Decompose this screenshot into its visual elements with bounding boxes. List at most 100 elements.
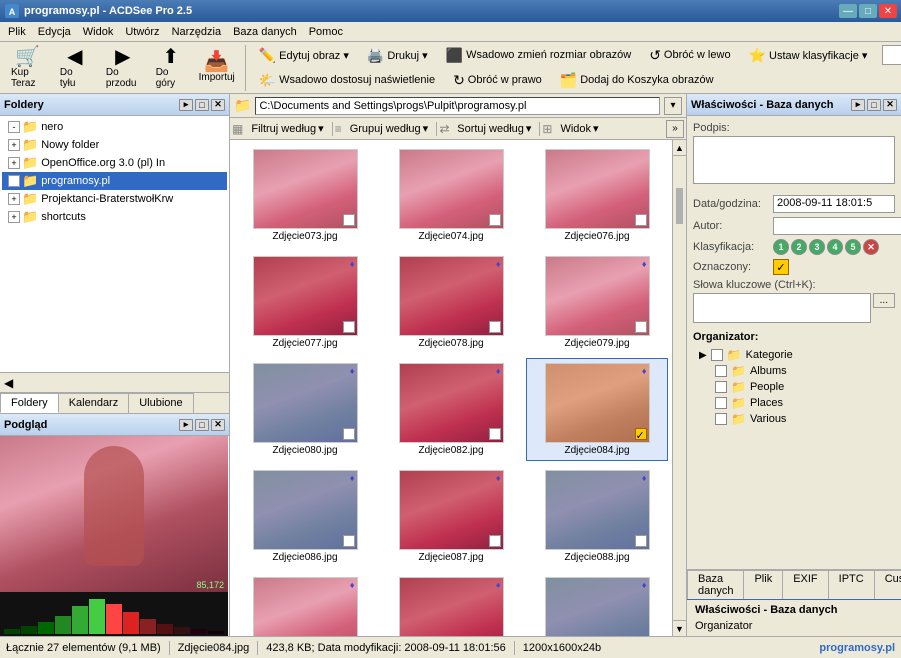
- thumb-check-7[interactable]: [489, 428, 501, 440]
- thumbnail-item-11[interactable]: ♦Zdjęcie088.jpg: [526, 465, 668, 568]
- preview-expand-btn[interactable]: ▸: [179, 419, 193, 431]
- tree-expand-icon[interactable]: +: [8, 139, 20, 151]
- sortuj-button[interactable]: Sortuj według ▾: [451, 120, 537, 138]
- importuj-button[interactable]: 📥 Importuj: [195, 46, 239, 90]
- thumb-check-3[interactable]: [343, 321, 355, 333]
- drukuj-button[interactable]: 🖨️ Drukuj ▾: [360, 44, 435, 67]
- keyword-btn[interactable]: ...: [873, 293, 895, 308]
- thumb-check-4[interactable]: [489, 321, 501, 333]
- thumbnail-item-0[interactable]: Zdjęcie073.jpg: [234, 144, 376, 247]
- edytuj-obraz-button[interactable]: ✏️ Edytuj obraz ▾: [252, 44, 356, 67]
- thumb-check-1[interactable]: [489, 214, 501, 226]
- panel-float-btn[interactable]: □: [195, 99, 209, 111]
- thumb-check-11[interactable]: [635, 535, 647, 547]
- thumbnail-item-8[interactable]: ♦✓Zdjęcie084.jpg: [526, 358, 668, 461]
- tab-plik[interactable]: Plik: [743, 570, 783, 599]
- ustaw-klasyfikacje-button[interactable]: ⭐ Ustaw klasyfikacje ▾: [742, 44, 875, 67]
- thumbnail-item-10[interactable]: ♦Zdjęcie087.jpg: [380, 465, 522, 568]
- thumbnail-item-1[interactable]: Zdjęcie074.jpg: [380, 144, 522, 247]
- tab-exif[interactable]: EXIF: [782, 570, 828, 599]
- tree-item[interactable]: + 📁 Projektanci-BraterstwołKrw: [2, 190, 227, 208]
- tree-expand-icon[interactable]: +: [8, 157, 20, 169]
- org-places-item[interactable]: 📁 Places: [713, 395, 895, 411]
- thumb-check-2[interactable]: [635, 214, 647, 226]
- close-button[interactable]: ✕: [879, 4, 897, 18]
- grupuj-button[interactable]: Grupuj według ▾: [344, 120, 434, 138]
- org-various-check[interactable]: [715, 413, 727, 425]
- minimize-button[interactable]: —: [839, 4, 857, 18]
- org-albums-check[interactable]: [715, 365, 727, 377]
- menu-baza-danych[interactable]: Baza danych: [227, 24, 303, 40]
- thumb-check-8[interactable]: ✓: [635, 428, 647, 440]
- right-panel-expand-btn[interactable]: ▸: [851, 99, 865, 111]
- menu-edycja[interactable]: Edycja: [32, 24, 77, 40]
- tree-item[interactable]: - 📁 nero: [2, 118, 227, 136]
- wsadowo-zmien-button[interactable]: ⬛ Wsadowo zmień rozmiar obrazów: [439, 44, 639, 67]
- right-panel-float-btn[interactable]: □: [867, 99, 881, 111]
- maximize-button[interactable]: □: [859, 4, 877, 18]
- thumbnail-item-6[interactable]: ♦Zdjęcie080.jpg: [234, 358, 376, 461]
- tree-expand-icon[interactable]: -: [8, 175, 20, 187]
- star-x[interactable]: ✕: [863, 239, 879, 255]
- filtruj-button[interactable]: Filtruj według ▾: [245, 120, 329, 138]
- org-people-check[interactable]: [715, 381, 727, 393]
- do-gory-button[interactable]: ⬆ Do góry: [149, 46, 193, 90]
- filter-extra-btn[interactable]: »: [666, 120, 684, 138]
- thumb-check-9[interactable]: [343, 535, 355, 547]
- right-panel-close-btn[interactable]: ✕: [883, 99, 897, 111]
- tab-foldery[interactable]: Foldery: [0, 393, 59, 413]
- star-1[interactable]: 1: [773, 239, 789, 255]
- thumb-scrollbar[interactable]: ▲ ▼: [672, 140, 686, 636]
- tree-item-selected[interactable]: - 📁 programosy.pl: [2, 172, 227, 190]
- kup-teraz-button[interactable]: 🛒 Kup Teraz: [4, 46, 51, 90]
- tab-iptc[interactable]: IPTC: [828, 570, 875, 599]
- tree-item[interactable]: + 📁 Nowy folder: [2, 136, 227, 154]
- menu-widok[interactable]: Widok: [77, 24, 120, 40]
- path-dropdown-btn[interactable]: ▾: [664, 97, 682, 115]
- thumb-check-5[interactable]: [635, 321, 647, 333]
- panel-expand-btn[interactable]: ▸: [179, 99, 193, 111]
- tree-item[interactable]: + 📁 shortcuts: [2, 208, 227, 226]
- scroll-down-btn[interactable]: ▼: [673, 620, 686, 636]
- wsadowo-dostosuj-button[interactable]: 🌤️ Wsadowo dostosuj naświetlenie: [252, 69, 442, 92]
- widok-button[interactable]: Widok ▾: [554, 120, 604, 138]
- dodaj-do-koszyka-button[interactable]: 🗂️ Dodaj do Koszyka obrazów: [553, 69, 721, 92]
- org-people-item[interactable]: 📁 People: [713, 379, 895, 395]
- scroll-thumb[interactable]: [674, 186, 685, 226]
- thumb-check-6[interactable]: [343, 428, 355, 440]
- menu-utworz[interactable]: Utwórz: [119, 24, 165, 40]
- org-various-item[interactable]: 📁 Various: [713, 411, 895, 427]
- keywords-area[interactable]: [693, 293, 871, 323]
- org-kategorie-item[interactable]: ▶ 📁 Kategorie: [697, 347, 895, 363]
- thumbnail-item-13[interactable]: ♦Zdjęcie090.jpg: [380, 572, 522, 636]
- tab-ulubione[interactable]: Ulubione: [128, 393, 193, 413]
- tab-kalendarz[interactable]: Kalendarz: [58, 393, 130, 413]
- tab-baza-danych[interactable]: Baza danych: [687, 570, 744, 599]
- organizator-tab[interactable]: Organizator: [691, 618, 756, 634]
- podpis-textarea[interactable]: [693, 136, 895, 184]
- preview-float-btn[interactable]: □: [195, 419, 209, 431]
- star-5[interactable]: 5: [845, 239, 861, 255]
- star-2[interactable]: 2: [791, 239, 807, 255]
- star-4[interactable]: 4: [827, 239, 843, 255]
- do-tylu-button[interactable]: ◀ Do tyłu: [53, 46, 97, 90]
- search-input[interactable]: [882, 45, 901, 65]
- scroll-up-btn[interactable]: ▲: [673, 140, 686, 156]
- oznaczony-checkbox[interactable]: ✓: [773, 259, 789, 275]
- path-input[interactable]: [255, 97, 660, 115]
- org-albums-item[interactable]: 📁 Albums: [713, 363, 895, 379]
- star-3[interactable]: 3: [809, 239, 825, 255]
- obrot-lewo-button[interactable]: ↺ Obróć w lewo: [642, 44, 737, 67]
- do-przodu-button[interactable]: ▶ Do przodu: [99, 46, 147, 90]
- panel-close-btn[interactable]: ✕: [211, 99, 225, 111]
- thumb-check-10[interactable]: [489, 535, 501, 547]
- thumbnail-item-14[interactable]: ♦Zdjęcie091.jpg: [526, 572, 668, 636]
- obrot-prawo-button[interactable]: ↻ Obróć w prawo: [446, 69, 549, 92]
- tree-expand-icon[interactable]: +: [8, 193, 20, 205]
- thumbnail-item-4[interactable]: ♦Zdjęcie078.jpg: [380, 251, 522, 354]
- thumbnail-item-12[interactable]: ♦Zdjęcie089.jpg: [234, 572, 376, 636]
- menu-narzedzia[interactable]: Narzędzia: [166, 24, 228, 40]
- tree-expand-icon[interactable]: -: [8, 121, 20, 133]
- menu-pomoc[interactable]: Pomoc: [303, 24, 349, 40]
- thumbnail-item-3[interactable]: ♦Zdjęcie077.jpg: [234, 251, 376, 354]
